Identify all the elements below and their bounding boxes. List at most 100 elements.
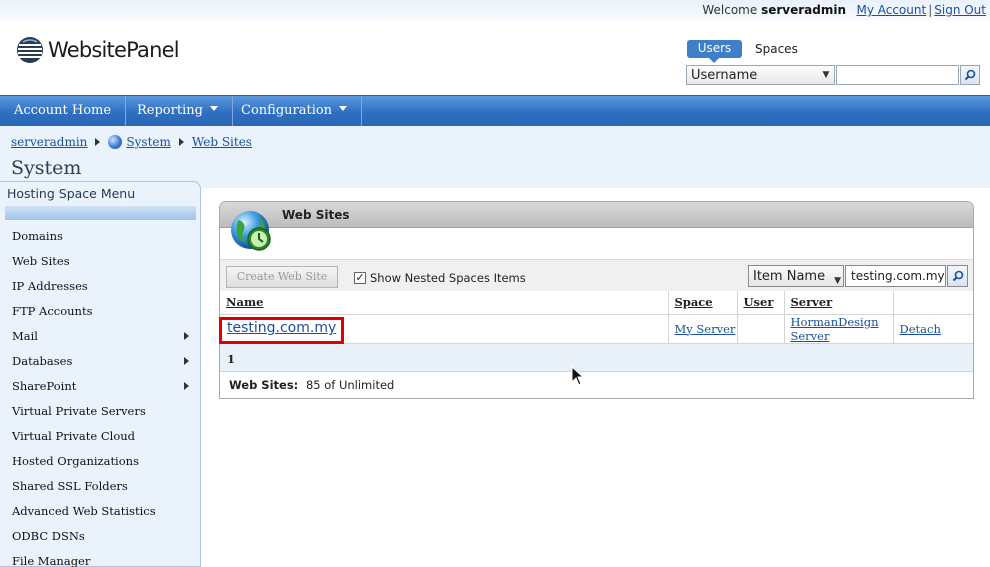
caret-down-icon (209, 106, 218, 115)
search-icon (964, 69, 976, 81)
sidebar-item-databases[interactable]: Databases (12, 354, 192, 368)
chevron-right-icon (184, 332, 189, 340)
sidebar-item-shared-ssl[interactable]: Shared SSL Folders (12, 479, 192, 493)
sidebar-item-label: IP Addresses (12, 279, 88, 293)
filter-search-button[interactable] (947, 265, 968, 287)
sidebar-item-label: FTP Accounts (12, 304, 93, 318)
web-sites-panel: Web Sites Create Web Site ✓ Show Nested … (219, 201, 974, 399)
sidebar-divider (5, 206, 196, 220)
tab-users[interactable]: Users (687, 40, 742, 63)
show-nested-label: Show Nested Spaces Items (370, 271, 526, 285)
filter-field-value: Item Name (753, 269, 826, 284)
sidebar-item-web-statistics[interactable]: Advanced Web Statistics (12, 504, 192, 518)
column-header-user[interactable]: User (737, 291, 785, 315)
show-nested-checkbox[interactable]: ✓ (354, 272, 366, 284)
sidebar-item-label: Domains (12, 229, 63, 243)
sidebar-item-label: Virtual Private Servers (12, 404, 146, 418)
nav-reporting-label: Reporting (137, 103, 203, 118)
cell-action: Detach (893, 314, 973, 343)
sidebar-item-label: Web Sites (12, 254, 70, 268)
filter-field-select[interactable]: Item Name ▼ (748, 265, 844, 287)
sidebar-item-label: Databases (12, 354, 73, 368)
sidebar-item-hosted-organizations[interactable]: Hosted Organizations (12, 454, 192, 468)
nav-reporting[interactable]: Reporting (123, 96, 233, 126)
chevron-right-icon (184, 382, 189, 390)
page-title: System (11, 157, 82, 179)
sidebar-title: Hosting Space Menu (7, 186, 136, 201)
chevron-right-icon (178, 138, 184, 146)
nav-configuration-label: Configuration (241, 103, 333, 118)
logo-text: WebsitePanel (48, 38, 180, 62)
web-sites-globe-icon (231, 211, 271, 251)
create-web-site-button[interactable]: Create Web Site (226, 266, 338, 288)
sidebar-item-ip-addresses[interactable]: IP Addresses (12, 279, 192, 293)
page-number[interactable]: 1 (227, 352, 235, 366)
search-box: Users Spaces Username ▼ (686, 40, 982, 88)
nav-configuration[interactable]: Configuration (227, 96, 363, 126)
nav-account-home[interactable]: Account Home (0, 96, 127, 126)
search-button[interactable] (960, 65, 980, 85)
sidebar-item-label: Virtual Private Cloud (12, 429, 136, 443)
sidebar-item-vpc[interactable]: Virtual Private Cloud (12, 429, 192, 443)
search-icon (952, 270, 963, 282)
web-site-name-link[interactable]: testing.com.my (227, 320, 336, 336)
column-header-actions (893, 291, 973, 315)
cell-server: HormanDesign Server (784, 314, 894, 343)
panel-header: Web Sites (220, 202, 973, 228)
breadcrumb-user[interactable]: serveradmin (11, 135, 87, 149)
detach-link[interactable]: Detach (900, 322, 941, 336)
sidebar-item-web-sites[interactable]: Web Sites (12, 254, 192, 268)
summary-value: 85 of Unlimited (305, 378, 395, 392)
cell-space: My Server (668, 314, 738, 343)
chevron-right-icon (95, 138, 101, 146)
grid-toolbar: Create Web Site ✓ Show Nested Spaces Ite… (220, 259, 973, 291)
sidebar-item-sharepoint[interactable]: SharePoint (12, 379, 192, 393)
sidebar-item-ftp-accounts[interactable]: FTP Accounts (12, 304, 192, 318)
sidebar-item-domains[interactable]: Domains (12, 229, 192, 243)
my-account-link[interactable]: My Account (856, 3, 926, 17)
table-header-row: Name Space User Server (220, 291, 973, 315)
search-input[interactable] (836, 65, 959, 85)
sidebar-item-file-manager[interactable]: File Manager (12, 554, 192, 567)
sidebar-item-label: Mail (12, 329, 38, 343)
account-links: My Account | Sign Out (856, 3, 986, 17)
chevron-down-icon: ▼ (822, 70, 830, 80)
tab-spaces[interactable]: Spaces (755, 42, 798, 56)
sidebar-item-label: Advanced Web Statistics (12, 504, 156, 518)
sidebar-item-label: Shared SSL Folders (12, 479, 128, 493)
summary-label: Web Sites: (229, 378, 299, 392)
server-link[interactable]: HormanDesign Server (791, 315, 879, 343)
summary: Web Sites: 85 of Unlimited (229, 378, 394, 392)
welcome-username: serveradmin (761, 3, 846, 17)
sidebar-item-odbc[interactable]: ODBC DSNs (12, 529, 192, 543)
main-nav: Account Home Reporting Configuration (0, 95, 990, 126)
column-header-name[interactable]: Name (220, 291, 669, 315)
chevron-right-icon (184, 357, 189, 365)
logo[interactable]: WebsitePanel (16, 34, 180, 66)
breadcrumb-system[interactable]: System (126, 135, 170, 149)
pager: 1 (220, 343, 973, 372)
space-link[interactable]: My Server (675, 322, 736, 336)
panel-title: Web Sites (282, 208, 350, 222)
breadcrumb: serveradmin System Web Sites (11, 135, 252, 149)
filter-input[interactable]: testing.com.my (845, 265, 946, 287)
sidebar-item-vps[interactable]: Virtual Private Servers (12, 404, 192, 418)
chevron-down-icon: ▼ (834, 276, 841, 286)
link-separator: | (928, 3, 933, 17)
sidebar-item-mail[interactable]: Mail (12, 329, 192, 343)
column-header-server[interactable]: Server (784, 291, 894, 315)
top-bar: Welcome serveradmin My Account | Sign Out (0, 0, 990, 20)
cell-user (737, 314, 785, 343)
search-field-select[interactable]: Username ▼ (686, 65, 835, 85)
breadcrumb-web-sites[interactable]: Web Sites (192, 135, 252, 149)
sidebar-item-label: SharePoint (12, 379, 77, 393)
column-header-space[interactable]: Space (668, 291, 738, 315)
welcome-prefix: Welcome (702, 3, 758, 17)
welcome-text: Welcome serveradmin (702, 3, 846, 17)
sidebar-item-label: Hosted Organizations (12, 454, 139, 468)
mouse-cursor-icon (571, 366, 585, 386)
sidebar-item-label: ODBC DSNs (12, 529, 85, 543)
globe-icon (108, 135, 123, 149)
sign-out-link[interactable]: Sign Out (934, 3, 986, 17)
nav-account-home-label: Account Home (14, 103, 112, 118)
